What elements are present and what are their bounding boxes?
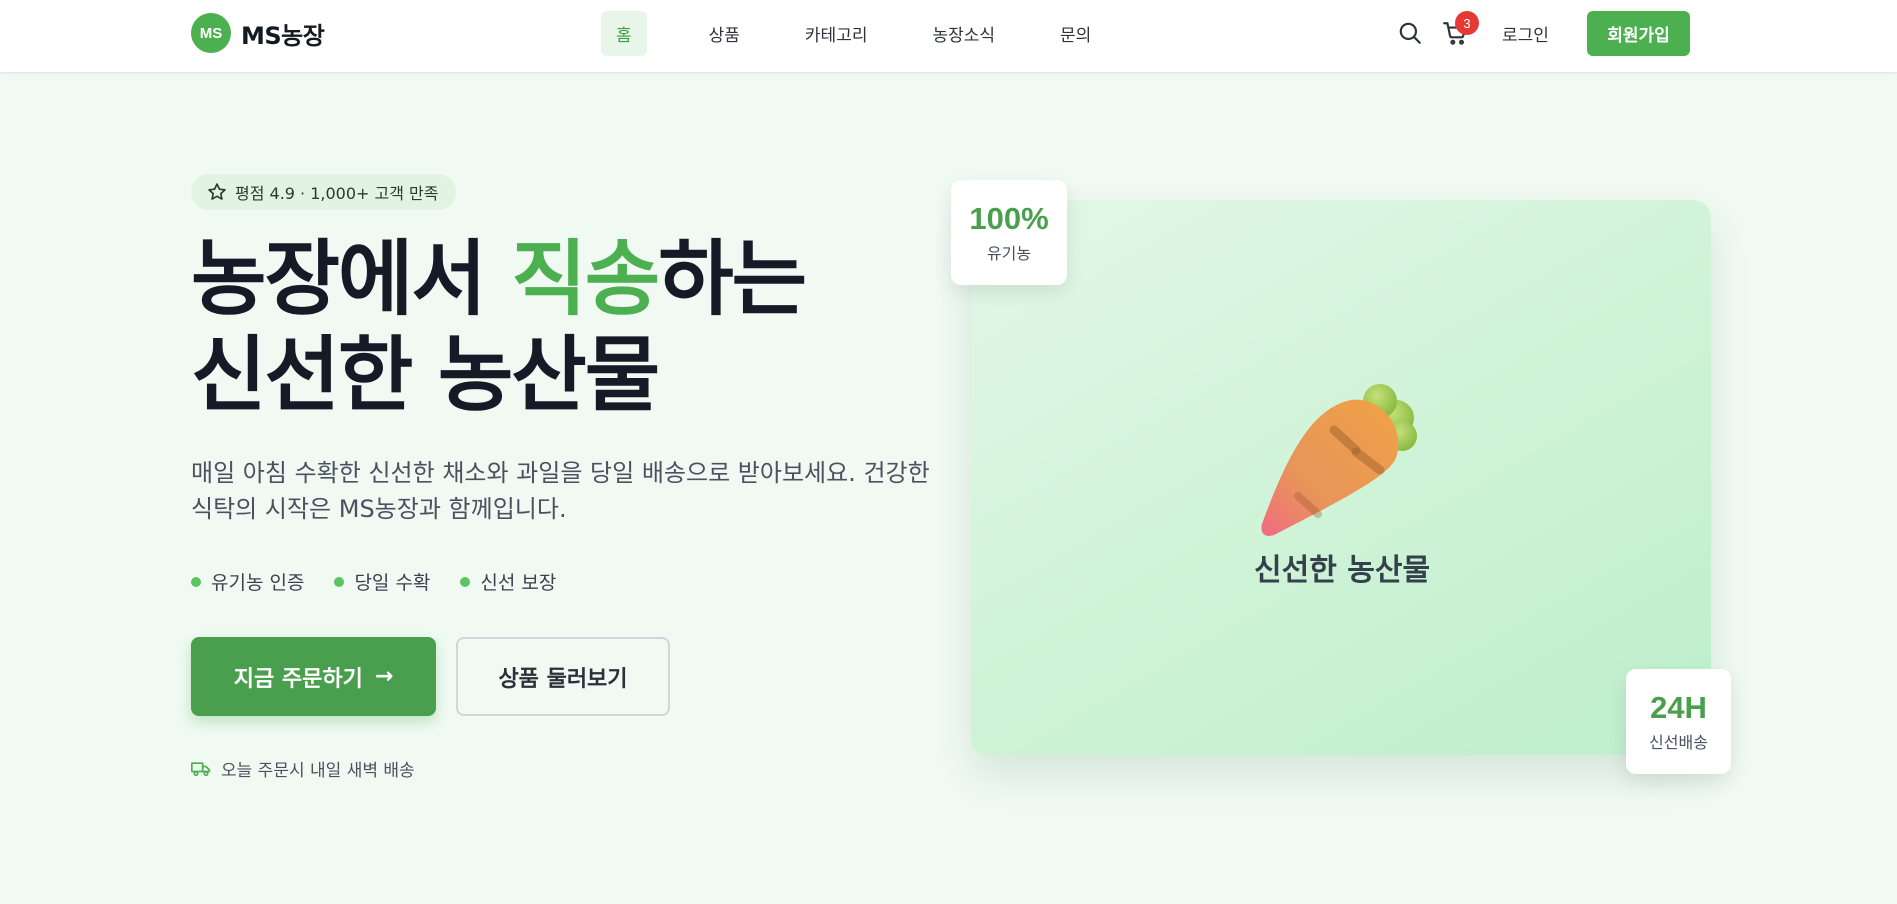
- hero-title-part2: 하는: [658, 232, 807, 327]
- feature-label: 신선 보장: [480, 572, 557, 594]
- nav-item-categories[interactable]: 카테고리: [783, 11, 890, 56]
- nav-item-products[interactable]: 상품: [687, 11, 762, 56]
- logo[interactable]: MS MS농장: [191, 13, 325, 53]
- hero-title: 농장에서 직송하는 신선한 농산물: [191, 232, 807, 424]
- feature-item: 당일 수확: [334, 568, 430, 595]
- browse-products-button[interactable]: 상품 둘러보기: [456, 637, 670, 716]
- delivery-note-text: 오늘 주문시 내일 새벽 배송: [221, 761, 415, 781]
- feature-label: 유기농 인증: [211, 572, 305, 594]
- feature-item: 유기농 인증: [191, 568, 304, 595]
- nav-item-home[interactable]: 홈: [601, 11, 647, 56]
- stat-value: 100%: [969, 201, 1049, 236]
- delivery-note: 오늘 주문시 내일 새벽 배송: [191, 756, 415, 781]
- stat-card-delivery: 24H 신선배송: [1626, 669, 1731, 774]
- login-link[interactable]: 로그인: [1502, 21, 1549, 46]
- bullet-dot: [460, 576, 471, 587]
- hero-title-part1: 농장에서: [191, 232, 512, 327]
- truck-icon: [191, 761, 211, 776]
- feature-label: 당일 수확: [354, 572, 431, 594]
- stat-card-organic: 100% 유기농: [951, 180, 1067, 285]
- bullet-dot: [334, 576, 345, 587]
- stat-value: 24H: [1650, 690, 1707, 725]
- bullet-dot: [191, 576, 201, 587]
- feature-item: 신선 보장: [460, 568, 556, 595]
- logo-text: MS농장: [241, 21, 325, 50]
- nav-item-farm-news[interactable]: 농장소식: [910, 11, 1017, 56]
- card-label: 신선한 농산물: [1254, 553, 1431, 588]
- hero-title-accent: 직송: [511, 232, 660, 327]
- carrot-icon: [1261, 384, 1417, 536]
- hero-description: 매일 아침 수확한 신선한 채소와 과일을 당일 배송으로 받아보세요. 건강한…: [191, 459, 930, 523]
- feature-list: 유기농 인증 당일 수확 신선 보장: [191, 568, 586, 595]
- stat-label: 신선배송: [1649, 733, 1708, 752]
- star-icon: [208, 183, 226, 200]
- stat-label: 유기농: [986, 244, 1032, 263]
- order-now-button[interactable]: 지금 주문하기 →: [191, 637, 436, 716]
- order-now-label: 지금 주문하기: [233, 666, 363, 692]
- hero-title-line2: 신선한 농산물: [191, 328, 660, 423]
- site-header: MS MS농장 홈 상품 카테고리 농장소식 문의 3 로그인 회원가입: [0, 0, 1897, 73]
- rating-badge: 평점 4.9 · 1,000+ 고객 만족: [191, 174, 456, 210]
- logo-badge: MS: [191, 13, 231, 53]
- main-nav: 홈 상품 카테고리 농장소식 문의: [601, 11, 1134, 56]
- cart-count-badge: 3: [1455, 11, 1479, 35]
- arrow-right-icon: →: [374, 664, 394, 689]
- nav-item-inquiry[interactable]: 문의: [1038, 11, 1113, 56]
- rating-text: 평점 4.9 · 1,000+ 고객 만족: [235, 184, 439, 203]
- signup-button[interactable]: 회원가입: [1587, 11, 1690, 56]
- search-icon[interactable]: [1397, 20, 1423, 46]
